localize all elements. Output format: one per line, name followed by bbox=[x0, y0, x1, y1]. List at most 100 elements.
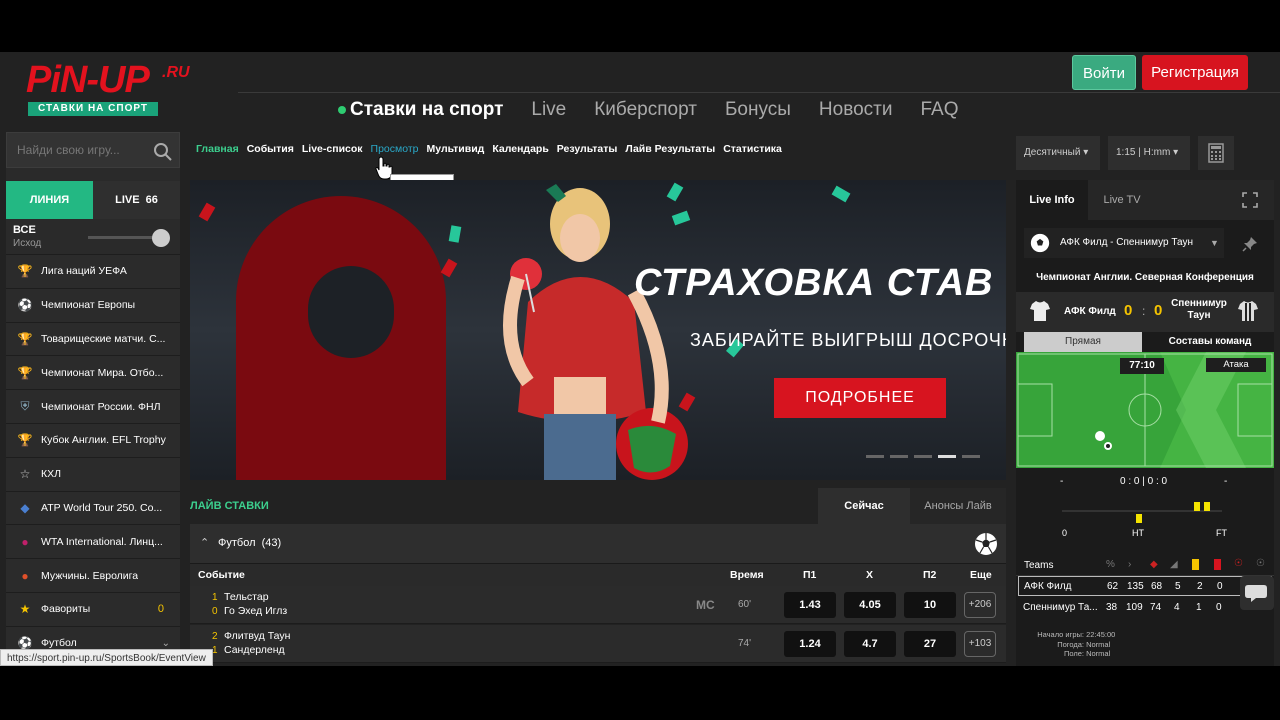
event-home-score: 2 bbox=[212, 631, 218, 642]
banner-dot[interactable] bbox=[962, 455, 980, 458]
subnav-results[interactable]: Результаты bbox=[557, 143, 618, 155]
sidebar-item[interactable]: ◆ ATP World Tour 250. Co... bbox=[6, 490, 180, 525]
all-label: ВСЕ bbox=[13, 224, 36, 236]
banner-dot[interactable] bbox=[866, 455, 884, 458]
nav-bonuses[interactable]: Бонусы bbox=[725, 99, 791, 121]
odds-button-p2[interactable]: 10 bbox=[904, 592, 956, 618]
stat-left: - bbox=[1060, 476, 1064, 487]
events-table-header: Событие Время П1 X П2 Еще bbox=[190, 564, 1006, 586]
nav-esports[interactable]: Киберспорт bbox=[594, 99, 697, 121]
sidebar-item[interactable]: ⚽ Чемпионат Европы bbox=[6, 287, 180, 322]
login-button[interactable]: Войти bbox=[1072, 55, 1136, 90]
team-stat-value: 4 bbox=[1174, 602, 1180, 613]
tab-live-label: LIVE bbox=[115, 194, 140, 206]
atp-icon: ◆ bbox=[20, 500, 30, 515]
subnav-view[interactable]: Просмотр bbox=[371, 143, 419, 155]
team-stats-header: Teams % › ◆ ◢ ☉ ☉ bbox=[1016, 556, 1274, 576]
match-center-icon[interactable]: MC bbox=[696, 598, 715, 612]
khl-icon: ☆ bbox=[19, 467, 31, 482]
sidebar-item[interactable]: 🏆 Чемпионат Мира. Отбо... bbox=[6, 355, 180, 390]
subnav-events[interactable]: События bbox=[247, 143, 294, 155]
tab-live-tv[interactable]: Live TV bbox=[1088, 180, 1156, 220]
chevron-up-icon[interactable]: ⌃ bbox=[200, 536, 209, 549]
tab-live-info[interactable]: Live Info bbox=[1016, 180, 1088, 220]
more-markets-button[interactable]: +103 bbox=[964, 631, 996, 657]
banner-dot[interactable] bbox=[914, 455, 932, 458]
banner-subtitle: ЗАБИРАЙТЕ ВЫИГРЫШ ДОСРОЧН bbox=[690, 330, 1006, 350]
subnav-live-list[interactable]: Live-список bbox=[302, 143, 363, 155]
chevron-down-icon: ▾ bbox=[1083, 147, 1089, 158]
chevron-down-icon[interactable]: ⌄ bbox=[162, 638, 170, 649]
subnav-live-results[interactable]: Лайв Результаты bbox=[625, 143, 715, 155]
pin-icon[interactable] bbox=[1242, 236, 1258, 252]
event-row[interactable]: 1 Тельстар 0 Го Эхед Иглз 60' MC 1.43 4.05 10 +20… bbox=[190, 586, 1006, 624]
sidebar: Найди свою игру... ЛИНИЯ LIVE 66 ВСЕ Исхо… bbox=[6, 132, 180, 666]
nav-live[interactable]: Live bbox=[531, 99, 566, 121]
slider-track[interactable] bbox=[88, 236, 158, 239]
football-section-header[interactable]: ⌃ Футбол (43) bbox=[190, 524, 1006, 564]
odds-button-p1[interactable]: 1.43 bbox=[784, 592, 836, 618]
chat-button[interactable] bbox=[1240, 576, 1274, 610]
promo-banner[interactable]: СТРАХОВКА СТАВ ЗАБИРАЙТЕ ВЫИГРЫШ ДОСРОЧН… bbox=[190, 180, 1006, 480]
nav-sports-betting[interactable]: Ставки на спорт bbox=[338, 99, 503, 121]
tab-live-announcements[interactable]: Анонсы Лайв bbox=[910, 488, 1006, 524]
nav-faq[interactable]: FAQ bbox=[920, 99, 958, 121]
calculator-button[interactable] bbox=[1198, 136, 1234, 170]
col-event: Событие bbox=[198, 569, 245, 581]
nav-label: Ставки на спорт bbox=[350, 99, 504, 120]
sidebar-item[interactable]: 🏆 Кубок Англии. EFL Trophy bbox=[6, 422, 180, 457]
sidebar-item[interactable]: ☆ КХЛ bbox=[6, 456, 180, 491]
tab-direct[interactable]: Прямая bbox=[1024, 332, 1142, 352]
banner-more-button[interactable]: ПОДРОБНЕЕ bbox=[774, 378, 946, 418]
expand-icon[interactable] bbox=[1242, 192, 1258, 208]
search-icon[interactable] bbox=[153, 142, 173, 162]
event-home-score: 1 bbox=[212, 592, 218, 603]
odds-button-p1[interactable]: 1.24 bbox=[784, 631, 836, 657]
subnav-statistics[interactable]: Статистика bbox=[723, 143, 782, 155]
sidebar-item[interactable]: ● WTA International. Линц... bbox=[6, 524, 180, 559]
banner-dot[interactable] bbox=[890, 455, 908, 458]
tab-live[interactable]: LIVE 66 bbox=[93, 181, 180, 219]
sidebar-item-count: 0 bbox=[157, 603, 164, 616]
match-select[interactable]: АФК Филд - Спеннимур Таун ▼ bbox=[1024, 228, 1224, 258]
time-format-value: 1:15 | H:mm bbox=[1116, 147, 1171, 158]
team-stat-value: 74 bbox=[1150, 602, 1162, 613]
odds-button-x[interactable]: 4.05 bbox=[844, 592, 896, 618]
corner-icon: ◢ bbox=[1170, 559, 1178, 570]
sidebar-item[interactable]: 🏆 Товарищеские матчи. С... bbox=[6, 321, 180, 356]
search-input[interactable]: Найди свою игру... bbox=[6, 132, 180, 168]
tab-now[interactable]: Сейчас bbox=[818, 488, 910, 524]
sidebar-item[interactable]: ● Мужчины. Евролига bbox=[6, 558, 180, 592]
sidebar-item-label: Фавориты bbox=[41, 603, 91, 616]
info-row: Погода: Normal bbox=[1024, 640, 1115, 650]
time-format-select[interactable]: 1:15 | H:mm ▾ bbox=[1108, 136, 1190, 170]
register-button[interactable]: Регистрация bbox=[1142, 55, 1248, 90]
banner-dot-active[interactable] bbox=[938, 455, 956, 458]
timeline-start: 0 bbox=[1062, 528, 1068, 538]
teams-label: Teams bbox=[1024, 560, 1054, 571]
more-markets-button[interactable]: +206 bbox=[964, 592, 996, 618]
nav-news[interactable]: Новости bbox=[819, 99, 893, 121]
subnav-home[interactable]: Главная bbox=[196, 143, 239, 155]
stat-right: - bbox=[1224, 476, 1228, 487]
confetti bbox=[198, 202, 216, 222]
odds-button-x[interactable]: 4.7 bbox=[844, 631, 896, 657]
subnav-multiview[interactable]: Мультивид bbox=[427, 143, 485, 155]
tab-line[interactable]: ЛИНИЯ bbox=[6, 181, 93, 219]
soccer-ball-icon bbox=[975, 533, 997, 555]
sidebar-item[interactable]: ★ Фавориты 0 bbox=[6, 591, 180, 626]
odds-button-p2[interactable]: 27 bbox=[904, 631, 956, 657]
yellow-card-icon bbox=[1136, 514, 1142, 523]
home-shirt-icon bbox=[1030, 301, 1050, 321]
live-bets-title: ЛАЙВ СТАВКИ bbox=[190, 500, 269, 512]
trophy-icon: 🏆 bbox=[17, 365, 33, 380]
odds-format-select[interactable]: Десятичный ▾ bbox=[1016, 136, 1100, 170]
event-row[interactable]: 2 Флитвуд Таун 1 Сандерленд 74' 1.24 4.7 27 +103 bbox=[190, 625, 1006, 663]
subnav-calendar[interactable]: Календарь bbox=[492, 143, 548, 155]
tab-lineups[interactable]: Составы команд bbox=[1146, 332, 1274, 352]
sidebar-item[interactable]: 🏆 Лига наций УЕФА bbox=[6, 254, 180, 288]
slider-knob[interactable] bbox=[152, 229, 170, 247]
logo[interactable]: PiN-UP .RU СТАВКИ НА СПОРТ bbox=[26, 60, 196, 116]
sidebar-item[interactable]: ⛨ Чемпионат России. ФНЛ bbox=[6, 389, 180, 423]
col-p2: П2 bbox=[923, 569, 937, 581]
